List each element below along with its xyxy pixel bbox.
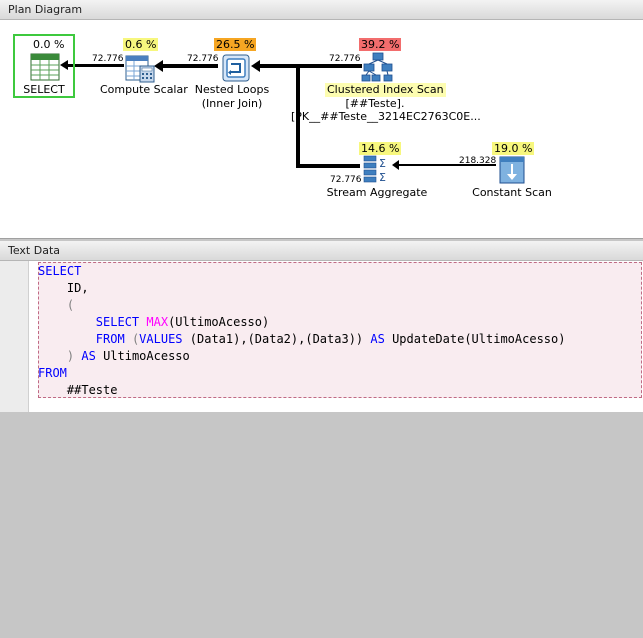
clustered-index-scan-table: [##Teste]. — [345, 97, 405, 110]
sql-text: UltimoAcesso — [103, 349, 190, 363]
sql-keyword: SELECT — [38, 264, 82, 278]
sql-line-1: SELECT — [38, 263, 81, 280]
text-data-pane: Text Data SELECT ID, ( SELECT MAX(Ultimo… — [0, 241, 643, 412]
sql-line-7: FROM — [38, 365, 67, 382]
sql-text: ##Teste — [66, 383, 118, 397]
sql-function: MAX — [146, 315, 169, 329]
compute-scalar-cost-percent: 0.6 % — [123, 38, 159, 51]
sql-text: ) — [66, 349, 75, 363]
stream-aggregate-label: Stream Aggregate — [326, 186, 428, 199]
nested-loops-label: Nested Loops — [194, 83, 270, 96]
row-count-nested-to-compute: 72.776 — [187, 54, 219, 64]
row-count-aggregate-to-nested: 72.776 — [330, 175, 362, 185]
sql-text: UpdateDate(UltimoAcesso) — [392, 332, 566, 346]
nested-loops-sublabel: (Inner Join) — [201, 97, 263, 110]
editor-gutter — [0, 261, 29, 412]
sql-line-3: ( — [38, 297, 74, 314]
text-data-header: Text Data — [0, 241, 643, 261]
sql-keyword: SELECT — [95, 315, 140, 329]
sql-line-6: ) AS UltimoAcesso — [38, 348, 190, 365]
constant-scan-cost-percent: 19.0 % — [492, 142, 535, 155]
sql-editor[interactable]: SELECT ID, ( SELECT MAX(UltimoAcesso) FR… — [38, 262, 642, 638]
svg-text:Σ: Σ — [379, 171, 386, 184]
sql-text: (Data1),(Data2),(Data3)) — [189, 332, 364, 346]
svg-text:Σ: Σ — [379, 157, 386, 170]
compute-scalar-label: Compute Scalar — [100, 83, 188, 96]
select-cost-percent: 0.0 % — [33, 38, 65, 51]
nested-loops-cost-percent: 26.5 % — [214, 38, 257, 51]
operator-select[interactable]: 0.0 % SELECT — [13, 34, 75, 98]
sql-line-2: ID, — [38, 280, 89, 297]
clustered-index-scan-cost-percent: 39.2 % — [359, 38, 402, 51]
sql-text: ( — [66, 298, 75, 312]
constant-scan-label: Constant Scan — [472, 186, 552, 199]
constant-scan-icon[interactable] — [498, 155, 526, 185]
plan-diagram-header: Plan Diagram — [0, 0, 643, 20]
nested-loops-icon[interactable] — [221, 53, 251, 83]
select-icon — [30, 53, 60, 81]
clustered-index-scan-index: [PK__##Teste__3214EC2763C0E... — [291, 110, 481, 123]
sql-text: ID, — [66, 281, 89, 295]
stream-aggregate-icon[interactable]: Σ Σ — [362, 154, 392, 184]
plan-diagram-pane: Plan Diagram 72.776 72.776 72.776 72.776… — [0, 0, 643, 239]
sql-line-5: FROM (VALUES (Data1),(Data2),(Data3)) AS… — [38, 331, 566, 348]
compute-scalar-icon[interactable] — [125, 53, 155, 83]
sql-keyword: AS — [81, 349, 96, 363]
sql-line-4: SELECT MAX(UltimoAcesso) — [38, 314, 269, 331]
sql-text: (UltimoAcesso) — [168, 315, 270, 329]
sql-keyword: FROM — [38, 366, 67, 380]
clustered-index-scan-icon[interactable] — [361, 51, 395, 83]
sql-keyword: FROM — [95, 332, 125, 346]
select-label: SELECT — [23, 83, 65, 96]
sql-line-8: ##Teste — [38, 382, 118, 399]
sql-keyword: VALUES — [139, 332, 183, 346]
clustered-index-scan-label: Clustered Index Scan — [325, 83, 446, 97]
row-count-index-to-nested: 72.776 — [329, 54, 361, 64]
sql-keyword: AS — [370, 332, 385, 346]
row-count-compute-to-select: 72.776 — [92, 54, 124, 64]
row-count-constant-to-aggregate: 218.328 — [459, 156, 497, 166]
